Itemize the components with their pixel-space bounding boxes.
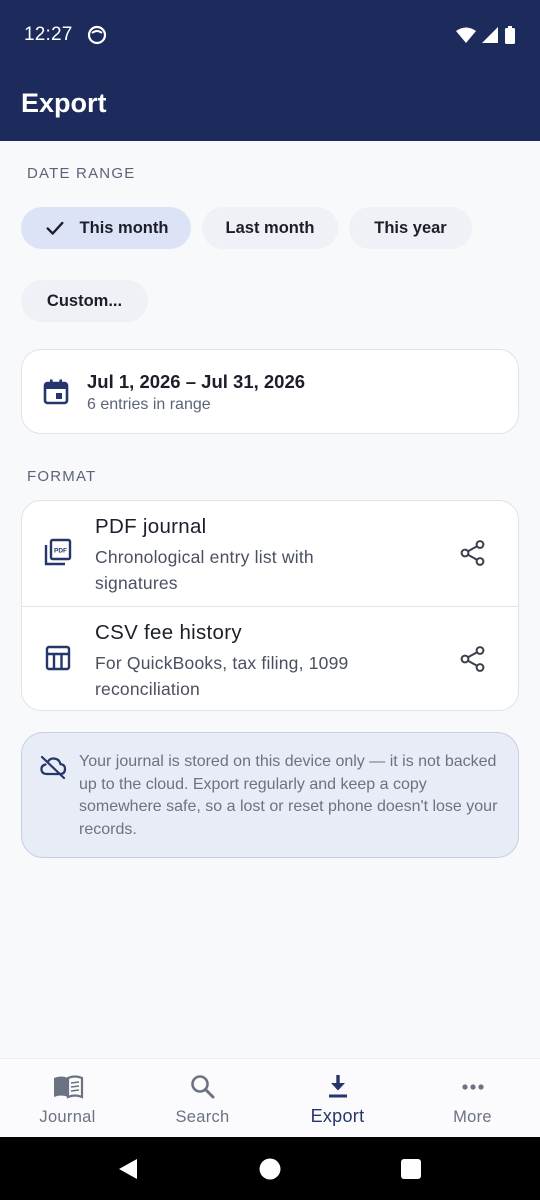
nav-export[interactable]: Export	[270, 1059, 405, 1138]
status-bar: 12:27	[24, 22, 516, 48]
share-icon[interactable]	[459, 645, 487, 673]
share-icon[interactable]	[459, 539, 487, 567]
format-options: PDF PDF journal Chronological entry list…	[21, 500, 519, 711]
format-description: For QuickBooks, tax filing, 1099 reconci…	[95, 653, 349, 699]
format-option-csv[interactable]: CSV fee history For QuickBooks, tax fili…	[22, 606, 518, 710]
nav-label: More	[453, 1108, 492, 1126]
nav-journal[interactable]: Journal	[0, 1059, 135, 1138]
search-icon	[191, 1075, 215, 1099]
chip-last-month[interactable]: Last month	[202, 207, 338, 249]
format-title: CSV fee history	[95, 621, 242, 644]
svg-text:PDF: PDF	[54, 548, 67, 555]
pdf-icon: PDF	[44, 538, 72, 566]
chip-label: Custom...	[46, 291, 123, 310]
notice-text: Your journal is stored on this device on…	[79, 753, 498, 838]
chip-label: Last month	[225, 218, 315, 237]
nav-label: Export	[310, 1106, 365, 1126]
chip-custom[interactable]: Custom...	[21, 280, 148, 322]
table-icon	[45, 645, 71, 671]
chip-label: This year	[374, 218, 447, 237]
chip-this-year[interactable]: This year	[349, 207, 472, 249]
app-bar: 12:27 Export	[0, 0, 540, 141]
format-title: PDF journal	[95, 515, 207, 538]
format-option-pdf[interactable]: PDF PDF journal Chronological entry list…	[22, 501, 518, 606]
system-navigation-bar	[0, 1137, 540, 1200]
wifi-icon	[456, 27, 476, 43]
bottom-nav: Journal Search Export More	[0, 1058, 540, 1137]
entries-count: 6 entries in range	[87, 396, 211, 413]
battery-icon	[505, 26, 515, 44]
back-icon[interactable]	[117, 1158, 139, 1180]
cloud-off-icon	[40, 755, 67, 780]
nav-label: Search	[175, 1108, 230, 1126]
signal-icon	[482, 27, 498, 43]
more-icon	[462, 1084, 484, 1090]
book-icon	[54, 1075, 84, 1099]
status-time: 12:27	[24, 24, 73, 45]
date-range-label: DATE RANGE	[27, 165, 136, 182]
calendar-icon	[43, 379, 69, 405]
nav-more[interactable]: More	[405, 1059, 540, 1138]
download-icon	[329, 1075, 347, 1098]
nav-search[interactable]: Search	[135, 1059, 270, 1138]
chip-label: This month	[79, 218, 169, 237]
nav-label: Journal	[39, 1108, 96, 1126]
page-title: Export	[21, 88, 107, 118]
date-range-text: Jul 1, 2026 – Jul 31, 2026	[87, 371, 306, 392]
date-range-summary: Jul 1, 2026 – Jul 31, 2026 6 entries in …	[21, 349, 519, 434]
chip-this-month[interactable]: This month	[21, 207, 191, 249]
home-icon[interactable]	[259, 1158, 281, 1180]
notification-icon	[87, 25, 106, 45]
check-icon	[46, 221, 64, 235]
backup-notice: Your journal is stored on this device on…	[21, 732, 519, 858]
format-label: FORMAT	[27, 468, 97, 485]
recents-icon[interactable]	[401, 1159, 421, 1179]
format-description: Chronological entry list with signatures	[95, 547, 314, 593]
